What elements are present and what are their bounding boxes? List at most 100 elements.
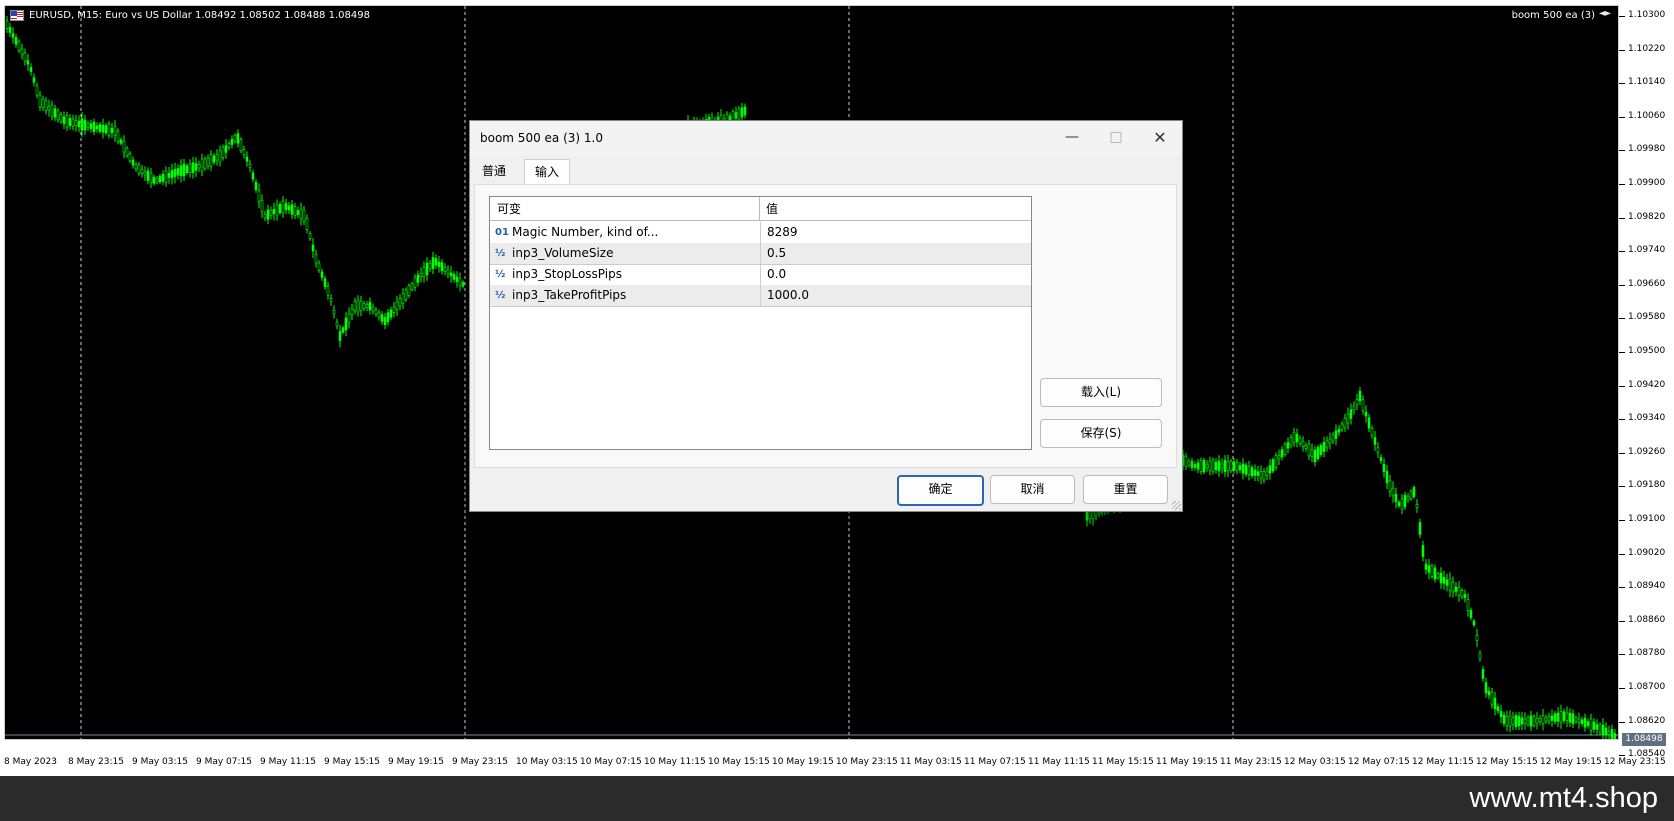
param-value[interactable]: 0.0 (760, 264, 1031, 285)
candle-body (1418, 522, 1422, 535)
candle-body (740, 107, 744, 118)
resize-grip-icon[interactable] (1172, 501, 1181, 510)
candle-body (1286, 442, 1290, 449)
param-value[interactable]: 1000.0 (760, 285, 1031, 306)
candle-body (50, 104, 54, 117)
candle-body (386, 312, 390, 323)
tab-inputs[interactable]: 输入 (524, 159, 571, 185)
candle-body (1520, 717, 1524, 725)
candle-body (743, 106, 747, 116)
candle-body (146, 170, 150, 181)
candle-body (95, 125, 99, 130)
candle-body (32, 77, 36, 83)
candle-body (1253, 469, 1257, 476)
candle-body (266, 209, 270, 220)
candle-body (1601, 724, 1605, 736)
candle-body (452, 273, 456, 280)
ok-button[interactable]: 确定 (897, 475, 984, 506)
candle-body (401, 293, 405, 304)
candle-body (1247, 466, 1251, 475)
candle-body (398, 298, 402, 307)
candle-body (419, 273, 423, 277)
candle-body (392, 306, 396, 313)
candle-body (1589, 718, 1593, 731)
time-axis-label: 9 May 11:15 (260, 757, 316, 767)
candle-body (1217, 460, 1221, 472)
dialog-titlebar[interactable]: boom 500 ea (3) 1.0 — □ ✕ (470, 121, 1182, 156)
candle-body (62, 116, 66, 124)
price-tick (1619, 419, 1625, 421)
candle-body (38, 94, 42, 108)
price-tick (1619, 688, 1625, 689)
candle-body (1475, 635, 1479, 641)
price-tick (1619, 587, 1625, 589)
candle-body (116, 130, 120, 142)
candle-body (1304, 445, 1308, 449)
candle-body (1262, 471, 1266, 481)
candle-body (1442, 576, 1446, 584)
candle-body (305, 218, 309, 230)
candle-body (320, 271, 324, 278)
candle-body (1322, 442, 1326, 452)
candle-body (14, 37, 18, 45)
candle-body (368, 301, 372, 311)
table-row[interactable]: 01 Magic Number, kind of... 8289 (490, 222, 1031, 244)
candle-body (89, 123, 93, 129)
candle-body (254, 181, 258, 191)
candle-body (1250, 467, 1254, 477)
reset-button[interactable]: 重置 (1083, 475, 1168, 504)
candle-body (251, 172, 255, 180)
param-value[interactable]: 0.5 (760, 243, 1031, 264)
candle-body (245, 156, 249, 162)
ea-label[interactable]: boom 500 ea (3) (1512, 10, 1611, 21)
price-tick (1619, 385, 1625, 387)
candle-body (200, 158, 204, 172)
column-header-variable[interactable]: 可变 (490, 197, 760, 221)
price-tick (1619, 217, 1625, 219)
candle-body (188, 164, 192, 173)
close-icon[interactable]: ✕ (1138, 121, 1182, 154)
table-row[interactable]: ½ inp3_StopLossPips 0.0 (490, 264, 1031, 286)
symbol-line: EURUSD, M15: Euro vs US Dollar 1.08492 1… (29, 10, 370, 21)
candle-body (1268, 465, 1272, 474)
tab-common[interactable]: 普通 (472, 159, 516, 183)
candle-body (44, 100, 48, 112)
candle-body (101, 124, 105, 133)
candle-body (1211, 460, 1215, 472)
candle-body (5, 20, 9, 29)
candle-body (1511, 717, 1515, 725)
candle-body (1568, 712, 1572, 723)
candle-body (1478, 652, 1482, 660)
candle-body (1301, 441, 1305, 447)
maximize-icon[interactable]: □ (1094, 121, 1138, 154)
param-value[interactable]: 8289 (760, 222, 1031, 243)
candle-body (1607, 731, 1611, 735)
time-axis-label: 11 May 07:15 (964, 757, 1026, 767)
candle-body (434, 258, 438, 266)
candle-body (236, 133, 240, 144)
candle-body (152, 176, 156, 184)
candle-body (203, 158, 207, 169)
column-header-value[interactable]: 值 (760, 197, 1031, 221)
price-scale-label: 1.10140 (1628, 77, 1666, 88)
candle-body (77, 120, 81, 127)
candle-body (1460, 590, 1464, 598)
price-scale-label: 1.08860 (1628, 614, 1666, 625)
candle-body (1406, 495, 1410, 501)
candle-body (1604, 727, 1608, 736)
time-axis-label: 10 May 15:15 (708, 757, 770, 767)
candle-body (1289, 437, 1293, 446)
time-axis-label: 10 May 11:15 (644, 757, 706, 767)
price-tick (1619, 352, 1625, 353)
cancel-button[interactable]: 取消 (990, 475, 1075, 504)
minimize-icon[interactable]: — (1050, 121, 1094, 154)
load-button[interactable]: 载入(L) (1040, 378, 1162, 407)
time-axis-label: 12 May 03:15 (1284, 757, 1346, 767)
table-row[interactable]: ½ inp3_TakeProfitPips 1000.0 (490, 285, 1031, 307)
table-row[interactable]: ½ inp3_VolumeSize 0.5 (490, 243, 1031, 265)
candle-body (1238, 465, 1242, 471)
candle-body (431, 257, 435, 269)
candle-body (284, 203, 288, 210)
candle-body (1373, 437, 1377, 445)
save-button[interactable]: 保存(S) (1040, 419, 1162, 448)
